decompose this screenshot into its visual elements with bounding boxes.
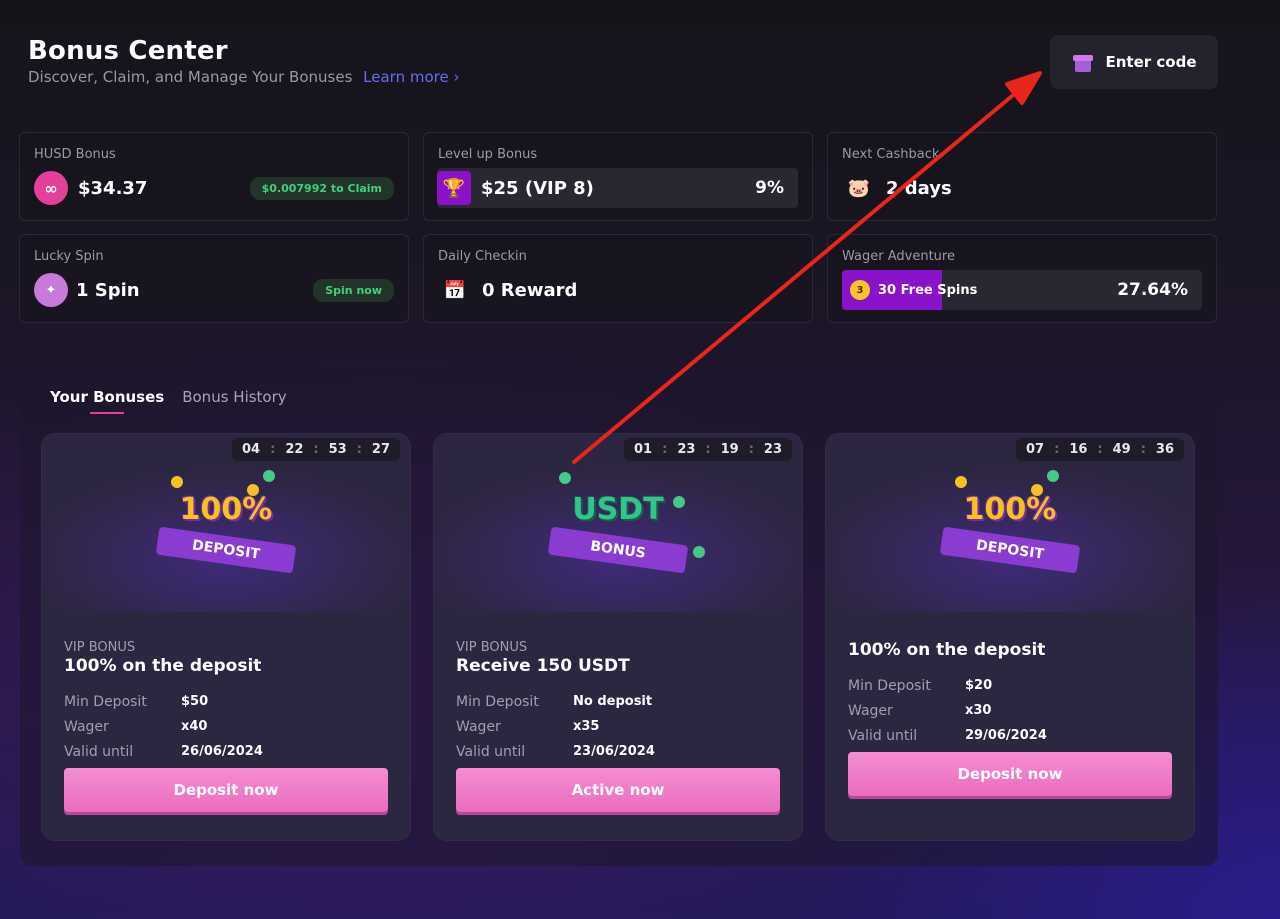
star-icon: 3 xyxy=(850,280,870,300)
free-spins-text: 30 Free Spins xyxy=(878,282,978,298)
countdown-timer: 07: 16: 49: 36 xyxy=(1016,438,1184,461)
active-now-button[interactable]: Active now xyxy=(456,768,780,812)
bonus-name: 100% on the deposit xyxy=(64,656,262,676)
husd-bonus-label: HUSD Bonus xyxy=(34,147,116,162)
timer-hours: 22 xyxy=(285,442,304,457)
valid-until-row: Valid until 29/06/2024 xyxy=(848,728,1047,744)
valid-until-row: Valid until 26/06/2024 xyxy=(64,744,263,760)
wager-adventure-card: Wager Adventure 3 30 Free Spins 27.64% xyxy=(827,234,1217,323)
level-up-value: $25 (VIP 8) xyxy=(481,177,594,199)
cashback-value: 2 days xyxy=(886,177,952,199)
countdown-timer: 01: 23: 19: 23 xyxy=(624,438,792,461)
next-cashback-card: Next Cashback 🐷 2 days xyxy=(827,132,1217,221)
banner-ribbon: DEPOSIT xyxy=(939,526,1081,574)
lucky-spin-label: Lucky Spin xyxy=(34,249,104,264)
banner-ribbon: DEPOSIT xyxy=(155,526,297,574)
timer-seconds: 27 xyxy=(371,442,390,457)
husd-bonus-card: HUSD Bonus ∞ $34.37 $0.007992 to Claim xyxy=(19,132,409,221)
banner-headline: 100% xyxy=(179,492,273,527)
bonus-card: 04: 22: 53: 27 100% DEPOSIT VIP BONUS 10… xyxy=(41,433,411,841)
husd-coin-icon: ∞ xyxy=(34,171,68,205)
tab-bonus-history[interactable]: Bonus History xyxy=(182,388,286,414)
deposit-banner-icon: 100% DEPOSIT xyxy=(151,470,301,590)
trophy-icon: 🏆 xyxy=(437,171,471,205)
min-deposit-row: Min Deposit $50 xyxy=(64,694,209,710)
usdt-banner-icon: USDT BONUS xyxy=(543,470,705,590)
bonus-card-image: 07: 16: 49: 36 100% DEPOSIT xyxy=(826,434,1194,612)
wager-progress-bar: 3 30 Free Spins 27.64% xyxy=(842,270,1202,310)
page-header: Bonus Center Discover, Claim, and Manage… xyxy=(28,36,460,86)
bonus-card: 01: 23: 19: 23 USDT BONUS VIP BONUS Rece… xyxy=(433,433,803,841)
timer-seconds: 36 xyxy=(1155,442,1174,457)
wager-row: Wager x40 xyxy=(64,719,208,735)
bonus-card-image: 01: 23: 19: 23 USDT BONUS xyxy=(434,434,802,612)
timer-hours: 16 xyxy=(1069,442,1088,457)
timer-minutes: 19 xyxy=(720,442,739,457)
wager-adventure-label: Wager Adventure xyxy=(842,249,955,264)
countdown-timer: 04: 22: 53: 27 xyxy=(232,438,400,461)
wager-row: Wager x30 xyxy=(848,703,992,719)
calendar-icon: 📅 xyxy=(443,279,467,301)
level-up-bonus-card: Level up Bonus 🏆 $25 (VIP 8) 9% xyxy=(423,132,813,221)
min-deposit-row: Min Deposit $20 xyxy=(848,678,993,694)
banner-headline: USDT xyxy=(572,492,664,527)
timer-hours: 23 xyxy=(677,442,696,457)
tab-your-bonuses[interactable]: Your Bonuses xyxy=(50,388,164,414)
subtitle-text: Discover, Claim, and Manage Your Bonuses xyxy=(28,68,353,86)
timer-days: 07 xyxy=(1026,442,1045,457)
enter-code-label: Enter code xyxy=(1105,53,1197,71)
spin-wheel-icon: ✦ xyxy=(34,273,68,307)
valid-until-row: Valid until 23/06/2024 xyxy=(456,744,655,760)
enter-code-button[interactable]: Enter code xyxy=(1050,35,1218,89)
timer-seconds: 23 xyxy=(763,442,782,457)
timer-days: 01 xyxy=(634,442,653,457)
timer-minutes: 49 xyxy=(1112,442,1131,457)
lucky-spin-value: 1 Spin xyxy=(76,279,140,301)
piggy-bank-icon: 🐷 xyxy=(847,177,871,199)
lucky-spin-card: Lucky Spin ✦ 1 Spin Spin now xyxy=(19,234,409,323)
timer-minutes: 53 xyxy=(328,442,347,457)
bonus-card-image: 04: 22: 53: 27 100% DEPOSIT xyxy=(42,434,410,612)
cashback-label: Next Cashback xyxy=(842,147,940,162)
wager-percent: 27.64% xyxy=(1117,280,1188,300)
page-title: Bonus Center xyxy=(28,36,228,66)
level-up-bar: 🏆 $25 (VIP 8) 9% xyxy=(437,168,798,208)
gift-icon xyxy=(1072,51,1094,73)
bonus-tag: VIP BONUS xyxy=(456,640,528,655)
claim-button[interactable]: $0.007992 to Claim xyxy=(249,176,394,200)
bonus-tag: VIP BONUS xyxy=(64,640,136,655)
level-up-label: Level up Bonus xyxy=(438,147,538,162)
wager-row: Wager x35 xyxy=(456,719,600,735)
deposit-now-button[interactable]: Deposit now xyxy=(848,752,1172,796)
bonus-tabs: Your Bonuses Bonus History xyxy=(50,388,287,414)
learn-more-link[interactable]: Learn more › xyxy=(363,68,459,86)
min-deposit-row: Min Deposit No deposit xyxy=(456,694,653,710)
deposit-now-button[interactable]: Deposit now xyxy=(64,768,388,812)
timer-days: 04 xyxy=(242,442,261,457)
daily-checkin-card: Daily Checkin 📅 0 Reward xyxy=(423,234,813,323)
bonus-name: 100% on the deposit xyxy=(848,640,1046,660)
deposit-banner-icon: 100% DEPOSIT xyxy=(935,470,1085,590)
level-up-percent: 9% xyxy=(755,178,784,198)
bonus-name: Receive 150 USDT xyxy=(456,656,630,676)
banner-ribbon: BONUS xyxy=(547,526,689,574)
page-subtitle: Discover, Claim, and Manage Your Bonuses… xyxy=(28,68,460,86)
husd-bonus-value: $34.37 xyxy=(78,177,148,199)
bonus-card: 07: 16: 49: 36 100% DEPOSIT 100% on the … xyxy=(825,433,1195,841)
spin-now-button[interactable]: Spin now xyxy=(313,278,394,302)
banner-headline: 100% xyxy=(963,492,1057,527)
daily-checkin-label: Daily Checkin xyxy=(438,249,527,264)
daily-checkin-value: 0 Reward xyxy=(482,279,578,301)
